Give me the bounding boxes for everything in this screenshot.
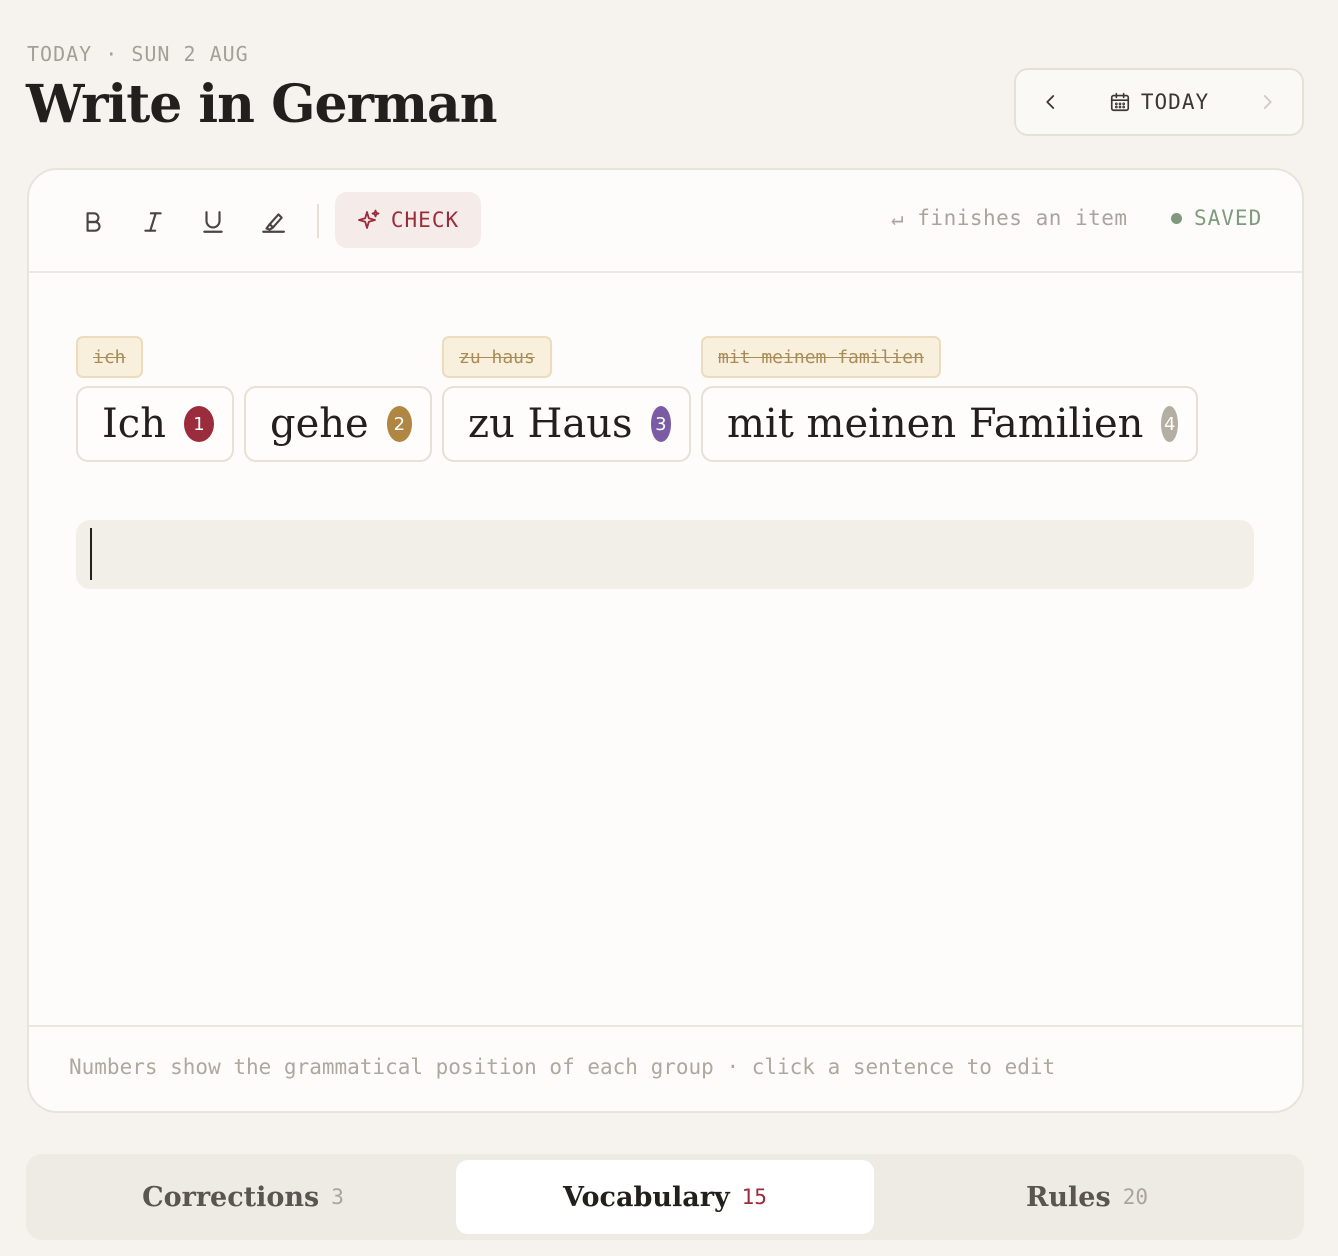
tab-vocabulary[interactable]: Vocabulary 15 bbox=[456, 1160, 874, 1234]
tab-count: 20 bbox=[1122, 1185, 1148, 1209]
chevron-left-icon bbox=[1046, 95, 1055, 109]
underline-button[interactable] bbox=[193, 202, 233, 242]
original-tag: mit meinem familien bbox=[701, 336, 941, 378]
today-button[interactable]: TODAY bbox=[1086, 90, 1232, 114]
text-caret bbox=[90, 528, 92, 580]
check-label: CHECK bbox=[390, 208, 460, 232]
tab-corrections[interactable]: Corrections 3 bbox=[34, 1160, 452, 1234]
editor-toolbar: CHECK ↵ finishes an item SAVED bbox=[29, 170, 1302, 273]
highlighter-button[interactable] bbox=[253, 202, 293, 242]
tab-count: 15 bbox=[741, 1185, 767, 1209]
status-dot-icon bbox=[1171, 212, 1182, 224]
today-label: TODAY bbox=[1140, 90, 1210, 114]
footer-note: Numbers show the grammatical position of… bbox=[69, 1055, 1056, 1079]
bottom-tabs: Corrections 3 Vocabulary 15 Rules 20 bbox=[26, 1154, 1304, 1240]
highlighter-icon bbox=[262, 213, 285, 233]
page-title: Write in German bbox=[26, 74, 497, 135]
tab-rules[interactable]: Rules 20 bbox=[878, 1160, 1296, 1234]
editor-card: CHECK ↵ finishes an item SAVED ich zu ha… bbox=[27, 168, 1304, 1113]
save-status-label: SAVED bbox=[1194, 206, 1263, 230]
tab-label: Rules bbox=[1025, 1181, 1111, 1213]
sentence-group[interactable]: gehe 2 bbox=[244, 386, 432, 462]
group-text: mit meinen Familien bbox=[727, 401, 1144, 447]
date-navigator: TODAY bbox=[1014, 68, 1304, 136]
sentence-group[interactable]: mit meinen Familien 4 bbox=[701, 386, 1198, 462]
save-status: SAVED bbox=[1171, 206, 1262, 230]
editor-footer: Numbers show the grammatical position of… bbox=[29, 1025, 1302, 1111]
sparkles-icon bbox=[357, 209, 380, 229]
original-tag: ich bbox=[76, 336, 143, 378]
group-text: zu Haus bbox=[468, 401, 633, 447]
tab-label: Corrections bbox=[142, 1181, 320, 1213]
group-text: gehe bbox=[270, 401, 369, 447]
position-badge: 1 bbox=[183, 406, 214, 442]
bold-icon bbox=[86, 212, 101, 232]
check-button[interactable]: CHECK bbox=[335, 192, 481, 248]
position-badge: 3 bbox=[650, 406, 671, 442]
toolbar-divider bbox=[317, 204, 319, 238]
chevron-right-icon bbox=[1263, 95, 1272, 109]
enter-hint: ↵ finishes an item bbox=[891, 206, 1128, 230]
underline-icon bbox=[203, 211, 223, 233]
tab-label: Vocabulary bbox=[563, 1181, 730, 1213]
sentence-group[interactable]: zu Haus 3 bbox=[442, 386, 691, 462]
new-sentence-input[interactable] bbox=[76, 520, 1254, 589]
bold-button[interactable] bbox=[73, 202, 113, 242]
next-day-button[interactable] bbox=[1232, 70, 1302, 134]
group-text: Ich bbox=[102, 401, 166, 447]
italic-icon bbox=[144, 212, 162, 232]
original-tag: zu haus bbox=[442, 336, 552, 378]
sentence-group[interactable]: Ich 1 bbox=[76, 386, 234, 462]
prev-day-button[interactable] bbox=[1016, 70, 1086, 134]
date-line: TODAY · SUN 2 AUG bbox=[27, 42, 249, 66]
italic-button[interactable] bbox=[133, 202, 173, 242]
tab-count: 3 bbox=[331, 1185, 344, 1209]
calendar-icon bbox=[1110, 92, 1129, 112]
position-badge: 2 bbox=[386, 406, 412, 442]
position-badge: 4 bbox=[1161, 406, 1178, 442]
